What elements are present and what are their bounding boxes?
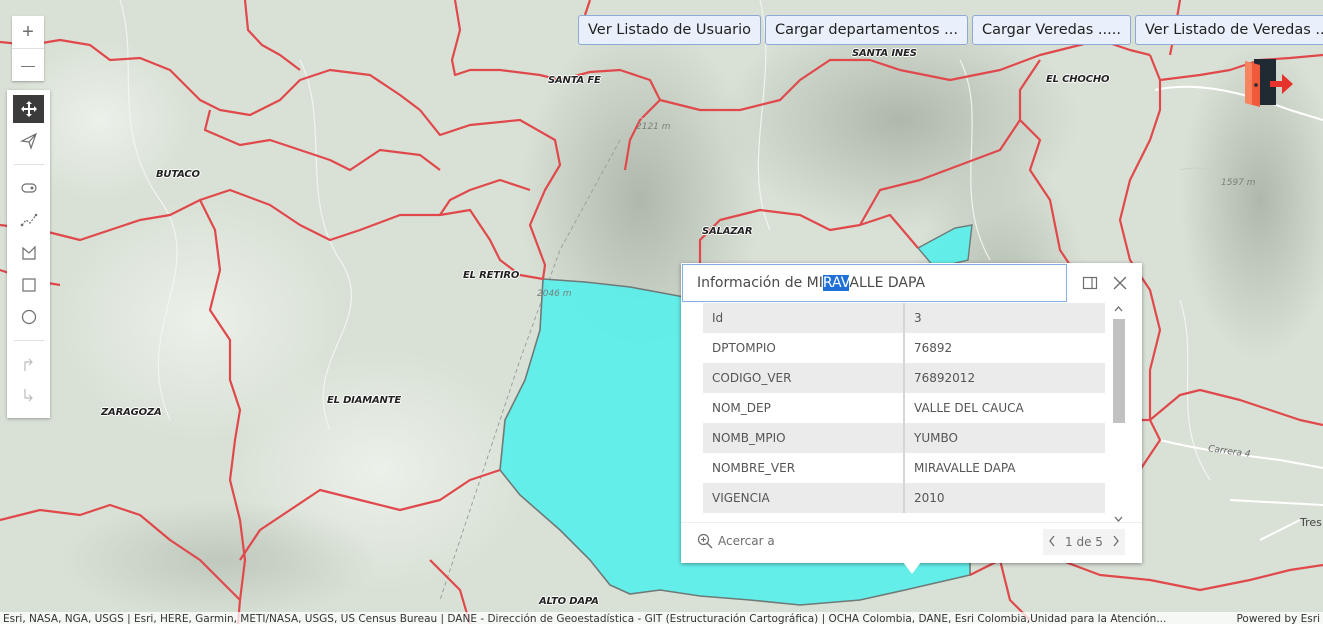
elevation-label-1597: 1597 m	[1221, 178, 1256, 188]
attribute-value: 2010	[904, 483, 1105, 513]
attribute-table: Id 3 DPTOMPIO 76892 CODIGO_VER 76892012 NOM_DE…	[703, 303, 1105, 513]
attribute-value: 76892	[914, 341, 953, 355]
pan-tool[interactable]	[13, 95, 44, 123]
popup-title-text: Información de MI	[697, 275, 823, 291]
attribute-row: VIGENCIA 2010	[703, 483, 1105, 513]
powered-by-esri[interactable]: Powered by Esri	[1236, 612, 1320, 624]
popup-title-text-end: ALLE DAPA	[849, 275, 926, 291]
circle-tool[interactable]	[13, 303, 44, 331]
dock-icon[interactable]	[1082, 275, 1098, 291]
attribute-key: NOM_DEP	[703, 393, 905, 423]
zoom-to-button[interactable]: Acercar a	[697, 533, 775, 549]
rectangle-icon	[21, 278, 36, 292]
pager-text: 1 de 5	[1065, 535, 1103, 549]
attribute-value: MIRAVALLE DAPA	[914, 461, 1016, 475]
attribute-table-container[interactable]: Id 3 DPTOMPIO 76892 CODIGO_VER 76892012 NOM_DE…	[703, 303, 1105, 521]
rectangle-tool[interactable]	[13, 271, 44, 299]
undo-tool[interactable]	[13, 350, 44, 378]
ver-listado-veredas-button[interactable]: Ver Listado de Veredas ....	[1134, 15, 1323, 45]
polygon-icon	[21, 245, 36, 260]
scroll-up-icon[interactable]	[1114, 305, 1123, 313]
popup-title-selection: RAV	[822, 275, 850, 291]
redo-tool[interactable]	[13, 382, 44, 410]
polyline-icon	[20, 213, 37, 227]
polyline-tool[interactable]	[13, 206, 44, 234]
zoom-to-label: Acercar a	[718, 534, 775, 548]
elevation-label-2121: 2121 m	[636, 122, 671, 132]
cargar-veredas-button[interactable]: Cargar Veredas .....	[971, 15, 1131, 45]
scroll-thumb[interactable]	[1113, 319, 1125, 423]
attribute-value: VALLE DEL CAUCA	[914, 401, 1024, 415]
polygon-tool[interactable]	[13, 239, 44, 267]
attribute-key: VIGENCIA	[703, 483, 905, 513]
paper-plane-icon	[19, 132, 37, 150]
place-label-santa-fe: SANTA FE	[548, 75, 601, 86]
attribute-key: NOMB_MPIO	[703, 423, 905, 453]
place-label-salazar: SALAZAR	[702, 226, 753, 237]
place-label-el-diamante: EL DIAMANTE	[327, 395, 401, 406]
exit-icon[interactable]	[1240, 57, 1295, 109]
attribute-value: 3	[904, 303, 1105, 333]
place-label-tres: Tres	[1300, 516, 1322, 529]
undo-icon	[23, 358, 33, 371]
place-label-santa-ines: SANTA INES	[852, 48, 917, 59]
attribute-key: CODIGO_VER	[703, 363, 905, 393]
place-label-alto-dapa: ALTO DAPA	[539, 596, 599, 607]
attribute-row: NOMBRE_VER MIRAVALLE DAPA	[703, 453, 1105, 483]
map-attribution: Esri, NASA, NGA, USGS | Esri, HERE, Garm…	[0, 612, 1323, 624]
attribute-key: NOMBRE_VER	[703, 453, 905, 483]
drawing-toolbar	[7, 90, 50, 418]
place-label-el-retiro: EL RETIRO	[463, 270, 520, 281]
top-button-bar: Ver Listado de Usuario Cargar departamen…	[578, 15, 1323, 45]
previous-feature-icon[interactable]	[1043, 535, 1061, 550]
circle-icon	[21, 309, 36, 325]
point-icon	[20, 183, 37, 193]
place-label-butaco: BUTACO	[156, 169, 200, 180]
popup-pointer	[903, 562, 921, 574]
point-tool[interactable]	[13, 174, 44, 202]
next-feature-icon[interactable]	[1107, 535, 1125, 550]
attribute-value: YUMBO	[904, 423, 1105, 453]
attribute-row: DPTOMPIO 76892	[703, 333, 1105, 363]
close-icon[interactable]	[1111, 274, 1129, 292]
attribute-value: 76892012	[904, 363, 1105, 393]
feature-popup: Información de MIRAVALLE DAPA Id 3 DPTOMPI…	[681, 263, 1142, 563]
place-label-el-chocho: EL CHOCHO	[1046, 74, 1110, 85]
popup-title: Información de MIRAVALLE DAPA	[682, 264, 1067, 302]
attribute-row: NOM_DEP VALLE DEL CAUCA	[703, 393, 1105, 423]
navigate-tool[interactable]	[13, 127, 44, 155]
move-icon	[20, 101, 37, 117]
zoom-in-button[interactable]: +	[12, 16, 44, 48]
popup-scrollbar[interactable]	[1111, 305, 1125, 523]
cargar-departamentos-button[interactable]: Cargar departamentos ...	[765, 15, 968, 45]
attribution-sources[interactable]: Esri, NASA, NGA, USGS | Esri, HERE, Garm…	[3, 612, 1218, 624]
ver-listado-usuario-button[interactable]: Ver Listado de Usuario	[578, 15, 762, 45]
attribute-key: Id	[703, 303, 905, 333]
redo-icon	[23, 389, 33, 402]
attribute-row: CODIGO_VER 76892012	[703, 363, 1105, 393]
attribute-row: NOMB_MPIO YUMBO	[703, 423, 1105, 453]
place-label-zaragoza: ZARAGOZA	[101, 407, 162, 418]
zoom-out-button[interactable]: —	[12, 48, 44, 81]
zoom-control: + —	[12, 16, 44, 81]
feature-pager: 1 de 5	[1043, 529, 1125, 555]
elevation-label-2046: 2046 m	[537, 289, 572, 299]
attribute-key: DPTOMPIO	[703, 333, 905, 363]
zoom-in-magnifier-icon	[697, 533, 713, 549]
attribute-row: Id 3	[703, 303, 1105, 333]
